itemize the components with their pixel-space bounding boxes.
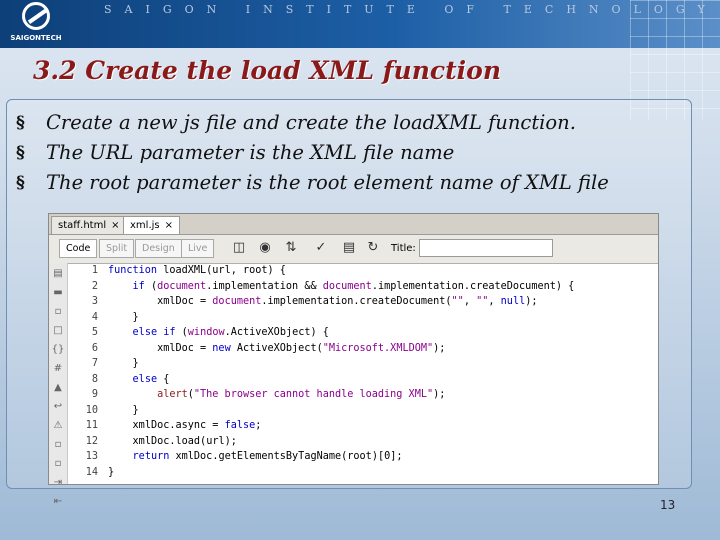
code-line[interactable]: 13 return xmlDoc.getElementsByTagName(ro… xyxy=(68,449,658,465)
comment-icon[interactable]: ▫ xyxy=(49,436,67,453)
code-line[interactable]: 1 function loadXML(url, root) { xyxy=(68,263,658,279)
code-line[interactable]: 12 xmlDoc.load(url); xyxy=(68,434,658,450)
close-icon[interactable]: × xyxy=(165,220,173,231)
code-line[interactable]: 6 xmlDoc = new ActiveXObject("Microsoft.… xyxy=(68,341,658,357)
code-text: else { xyxy=(132,373,170,385)
multiscreen-icon[interactable]: ◫ xyxy=(229,240,249,256)
debug-icon[interactable]: ⇅ xyxy=(281,240,301,256)
document-toolbar: Code Split Design Live ◫ ◉ ⇅ ✓ ▤ ↻ Title… xyxy=(49,235,658,264)
code-line[interactable]: 2 if (document.implementation && documen… xyxy=(68,279,658,295)
line-number: 3 xyxy=(91,296,98,307)
line-number: 12 xyxy=(85,435,98,447)
document-tab-bar: staff.html × xml.js × xyxy=(49,214,658,235)
code-line[interactable]: 14} xyxy=(68,465,658,481)
code-text: } xyxy=(108,358,139,369)
line-number: 4 xyxy=(91,311,98,323)
code-line[interactable]: 10 } xyxy=(68,403,658,419)
validate-icon[interactable]: ✓ xyxy=(311,240,331,256)
live-view-button[interactable]: Live xyxy=(181,239,215,258)
line-numbers-icon[interactable]: # xyxy=(49,360,67,377)
wrap-icon[interactable]: ↩ xyxy=(49,398,67,415)
line-number: 1 xyxy=(91,265,98,276)
close-icon[interactable]: × xyxy=(111,220,119,231)
collapse-icon[interactable]: ▬ xyxy=(49,284,67,301)
bullet-item: The URL parameter is the XML file name xyxy=(16,138,609,168)
code-text: function loadXML(url, root) { xyxy=(108,265,286,276)
code-text: alert("The browser cannot handle loading… xyxy=(157,389,446,400)
institute-name: SAIGON INSTITUTE OF TECHNOLOGY xyxy=(104,3,718,16)
line-number: 13 xyxy=(85,451,98,462)
code-text: xmlDoc.async = false; xyxy=(132,420,262,431)
code-text: xmlDoc = document.implementation.createD… xyxy=(157,296,538,307)
tab-xml-js[interactable]: xml.js × xyxy=(123,216,180,234)
line-number: 11 xyxy=(85,420,98,431)
expand-icon[interactable]: ▫ xyxy=(49,303,67,320)
code-text: xmlDoc = new ActiveXObject("Microsoft.XM… xyxy=(157,342,446,354)
page-number: 13 xyxy=(660,498,676,512)
line-number: 5 xyxy=(91,327,98,338)
tab-label: staff.html xyxy=(58,220,107,231)
bullet-item: The root parameter is the root element n… xyxy=(16,168,609,198)
header-band: SAIGONTECH SAIGON INSTITUTE OF TECHNOLOG… xyxy=(0,0,720,48)
code-view-button[interactable]: Code xyxy=(59,239,98,258)
title-label: Title: xyxy=(391,243,416,254)
code-line[interactable]: 5 else if (window.ActiveXObject) { xyxy=(68,325,658,341)
slide-title: 3.2 Create the load XML function xyxy=(33,56,501,85)
line-number: 9 xyxy=(91,389,98,400)
code-editor-window: staff.html × xml.js × Code Split Design Li… xyxy=(48,213,659,507)
syntax-error-icon[interactable]: ⚠ xyxy=(49,417,67,434)
code-line[interactable]: 9 alert("The browser cannot handle loadi… xyxy=(68,387,658,403)
coding-toolbar: ▤ ▬ ▫ □ {} # ▲ ↩ ⚠ ▫ ▫ ⇥ ⇤ xyxy=(49,263,68,507)
line-number: 7 xyxy=(91,358,98,369)
code-text: } xyxy=(108,466,115,478)
code-line[interactable]: 11 xmlDoc.async = false; xyxy=(68,418,658,434)
design-view-button[interactable]: Design xyxy=(135,239,182,258)
format-icon[interactable]: ⇤ xyxy=(49,493,67,510)
code-text: else if (window.ActiveXObject) { xyxy=(132,327,329,338)
line-number: 8 xyxy=(91,373,98,385)
open-document-icon[interactable]: ▤ xyxy=(49,265,67,282)
globe-icon[interactable]: ◉ xyxy=(255,240,275,256)
code-area[interactable]: 1 function loadXML(url, root) { 2 if (docu… xyxy=(68,263,658,484)
line-number: 14 xyxy=(85,466,98,478)
tab-label: xml.js xyxy=(130,220,160,231)
highlight-icon[interactable]: ▲ xyxy=(49,379,67,396)
code-line[interactable]: 7 } xyxy=(68,356,658,372)
bullet-item: Create a new js file and create the load… xyxy=(16,108,609,138)
logo-text: SAIGONTECH xyxy=(10,34,62,42)
select-parent-icon[interactable]: □ xyxy=(49,322,67,339)
balance-braces-icon[interactable]: {} xyxy=(49,341,67,358)
code-line[interactable]: 8 else { xyxy=(68,372,658,388)
code-line[interactable]: 4 } xyxy=(68,310,658,326)
file-manage-icon[interactable]: ▤ xyxy=(339,240,359,256)
code-text: } xyxy=(108,404,139,416)
bullet-list: Create a new js file and create the load… xyxy=(16,108,609,198)
code-text: return xmlDoc.getElementsByTagName(root)… xyxy=(132,451,403,462)
code-text: xmlDoc.load(url); xyxy=(132,435,237,447)
code-line[interactable]: 3 xmlDoc = document.implementation.creat… xyxy=(68,294,658,310)
uncomment-icon[interactable]: ▫ xyxy=(49,455,67,472)
code-text: if (document.implementation && document.… xyxy=(132,280,575,292)
tab-staff-html[interactable]: staff.html × xyxy=(51,216,127,234)
split-view-button[interactable]: Split xyxy=(99,239,135,258)
line-number: 10 xyxy=(85,404,98,416)
refresh-icon[interactable]: ↻ xyxy=(363,240,383,256)
indent-icon[interactable]: ⇥ xyxy=(49,474,67,491)
line-number: 6 xyxy=(91,342,98,354)
saigontech-logo: SAIGONTECH xyxy=(8,2,64,46)
logo-mark-icon xyxy=(22,2,50,30)
title-input[interactable] xyxy=(419,239,553,257)
line-number: 2 xyxy=(91,280,98,292)
code-text: } xyxy=(108,311,139,323)
